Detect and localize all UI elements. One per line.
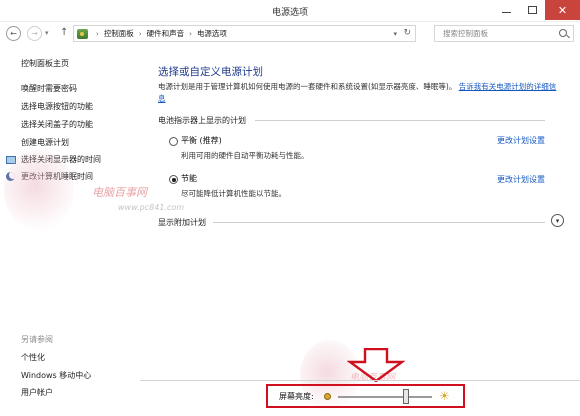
sidebar-item-power-button[interactable]: 选择电源按钮的功能 [21, 101, 93, 112]
watermark-rose [4, 150, 74, 230]
see-also-title: 另请参阅 [21, 335, 53, 344]
maximize-button[interactable] [519, 0, 545, 20]
sidebar-item-home[interactable]: 控制面板主页 [21, 58, 69, 69]
breadcrumb-control-panel[interactable]: 控制面板 [104, 28, 134, 39]
plan-balanced-name[interactable]: 平衡 (推荐) [181, 135, 222, 146]
search-input[interactable]: 搜索控制面板 [434, 25, 574, 42]
description-text: 电源计划是用于管理计算机如何使用电源的一套硬件和系统设置(如显示器亮度、睡眠等)… [158, 82, 457, 91]
navigation-bar: ← → ▾ ↑ › 控制面板 › 硬件和声音 › 电源选项 ▾ ↻ 搜索控制面板 [0, 23, 580, 45]
search-placeholder: 搜索控制面板 [443, 29, 488, 38]
forward-button[interactable]: → [27, 26, 42, 41]
plan-balanced-settings-link[interactable]: 更改计划设置 [497, 135, 545, 146]
breadcrumb-separator: › [96, 29, 99, 38]
back-button[interactable]: ← [6, 26, 21, 41]
history-dropdown-icon[interactable]: ▾ [45, 29, 49, 37]
breadcrumb-hardware-sound[interactable]: 硬件和声音 [147, 28, 185, 39]
watermark-text: 电脑百事网 [92, 186, 147, 199]
bright-sun-icon: ☀ [439, 389, 450, 403]
show-extra-plans-label[interactable]: 显示附加计划 [158, 217, 206, 228]
maximize-icon [527, 6, 537, 14]
back-arrow-icon: ← [10, 29, 17, 38]
plan-balanced-radio[interactable] [169, 137, 178, 146]
refresh-icon[interactable]: ↻ [403, 28, 411, 38]
search-icon[interactable] [559, 29, 567, 37]
divider [213, 222, 545, 223]
see-also-personalization[interactable]: 个性化 [21, 352, 45, 363]
breadcrumb-separator: › [189, 29, 192, 38]
divider [140, 380, 580, 381]
brightness-slider-track[interactable] [338, 396, 432, 398]
sidebar-item-lid[interactable]: 选择关闭盖子的功能 [21, 119, 93, 130]
breadcrumb-power-options[interactable]: 电源选项 [197, 28, 227, 39]
minimize-icon [501, 11, 511, 13]
see-also-mobility-center[interactable]: Windows 移动中心 [21, 370, 91, 381]
annotation-arrow [347, 348, 405, 382]
chevron-down-icon: ▾ [555, 216, 560, 225]
expand-extra-plans-button[interactable]: ▾ [551, 214, 564, 227]
plan-power-saver-radio[interactable] [169, 175, 178, 184]
divider [255, 120, 545, 121]
plan-power-saver-settings-link[interactable]: 更改计划设置 [497, 174, 545, 185]
sidebar-item-wake-password[interactable]: 唤醒时需要密码 [21, 83, 77, 94]
address-dropdown-icon[interactable]: ▾ [393, 30, 397, 38]
brightness-label: 屏幕亮度: [279, 392, 314, 401]
watermark-url: www.pc841.com [118, 203, 185, 212]
dim-sun-icon [324, 393, 331, 400]
minimize-button[interactable] [493, 0, 519, 20]
plan-power-saver-desc: 尽可能降低计算机性能以节能。 [181, 189, 286, 198]
see-also-user-accounts[interactable]: 用户帐户 [21, 387, 53, 398]
sidebar: 控制面板主页 唤醒时需要密码 选择电源按钮的功能 选择关闭盖子的功能 创建电源计… [0, 46, 150, 416]
brightness-slider-thumb[interactable] [402, 389, 409, 404]
close-button[interactable]: ✕ [545, 0, 580, 20]
sidebar-item-create-plan[interactable]: 创建电源计划 [21, 137, 69, 148]
page-title: 选择或自定义电源计划 [158, 66, 263, 78]
close-icon: ✕ [557, 3, 568, 17]
forward-arrow-icon: → [31, 29, 38, 38]
page-description: 电源计划是用于管理计算机如何使用电源的一套硬件和系统设置(如显示器亮度、睡眠等)… [158, 81, 558, 105]
group-label: 电池指示器上显示的计划 [158, 116, 246, 125]
control-panel-icon [77, 28, 88, 39]
address-bar[interactable]: › 控制面板 › 硬件和声音 › 电源选项 ▾ ↻ [73, 25, 416, 42]
plan-power-saver-name[interactable]: 节能 [181, 173, 197, 184]
breadcrumb-separator: › [138, 29, 142, 38]
up-arrow-icon[interactable]: ↑ [60, 27, 68, 38]
plan-balanced-desc: 利用可用的硬件自动平衡功耗与性能。 [181, 151, 309, 160]
title-bar: 电源选项 ✕ [0, 0, 580, 22]
brightness-control: 屏幕亮度: ☀ [266, 384, 465, 408]
